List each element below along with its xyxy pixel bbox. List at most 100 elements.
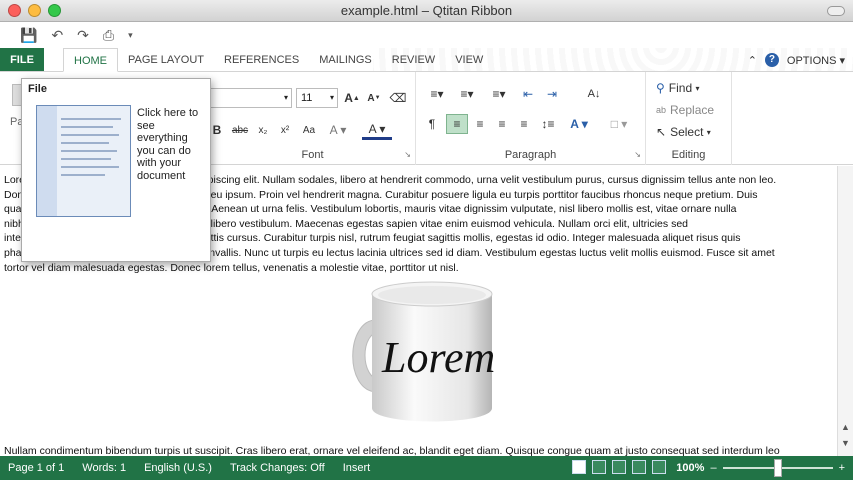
- sort-icon[interactable]: A↓: [584, 84, 604, 104]
- scroll-down-icon[interactable]: ▼: [841, 438, 850, 448]
- select-button[interactable]: ↖ Select ▾: [656, 122, 730, 142]
- language-indicator[interactable]: English (U.S.): [144, 462, 212, 474]
- shading-icon[interactable]: A ▾: [564, 114, 594, 134]
- find-icon: ⚲: [656, 81, 665, 95]
- multilevel-list-icon[interactable]: ≡▾: [486, 84, 512, 104]
- zoom-in-button[interactable]: +: [839, 462, 845, 474]
- borders-icon[interactable]: □ ▾: [604, 114, 634, 134]
- popup-description: Click here to see everything you can do …: [137, 107, 199, 182]
- tab-review[interactable]: REVIEW: [382, 48, 445, 71]
- line-spacing-icon[interactable]: ↕≡: [538, 114, 558, 134]
- word-count: Words: 1: [82, 462, 127, 474]
- align-left-icon[interactable]: ≡: [446, 114, 468, 134]
- increase-indent-icon[interactable]: ⇥: [542, 84, 562, 104]
- align-center-icon[interactable]: ≡: [470, 114, 490, 134]
- collapse-ribbon-icon[interactable]: ⌃: [748, 54, 757, 67]
- file-tooltip-popup: File Click here to see everything you ca…: [21, 78, 211, 262]
- document-line: tortor vel diam malesuada egestas. Donec…: [4, 261, 459, 274]
- status-bar: Page 1 of 1 Words: 1 English (U.S.) Trac…: [0, 456, 853, 480]
- toolbar-toggle-button[interactable]: [827, 6, 845, 16]
- font-size-box[interactable]: 11 ▾: [296, 88, 338, 108]
- page-count: Page 1 of 1: [8, 462, 65, 474]
- tab-view[interactable]: VIEW: [445, 48, 493, 71]
- vertical-scrollbar[interactable]: ▲ ▼: [837, 166, 853, 456]
- help-icon[interactable]: ?: [764, 53, 779, 67]
- tab-page-layout[interactable]: PAGE LAYOUT: [118, 48, 214, 71]
- close-window-button[interactable]: [8, 4, 21, 17]
- window-title: example.html – Qtitan Ribbon: [340, 3, 513, 18]
- change-case-icon[interactable]: Aa: [298, 120, 320, 140]
- superscript-icon[interactable]: x²: [276, 120, 294, 140]
- mug-text: Lorem: [381, 333, 495, 382]
- window-controls: [8, 4, 61, 17]
- subscript-icon[interactable]: x₂: [254, 120, 272, 140]
- print-icon[interactable]: ⎙: [103, 27, 114, 44]
- outline-icon[interactable]: [632, 460, 646, 474]
- editing-group: ⚲ Find ▾ ab Replace ↖ Select ▾ Editing: [646, 72, 732, 165]
- track-changes-indicator[interactable]: Track Changes: Off: [230, 462, 325, 474]
- zoom-control: 100% – +: [676, 456, 845, 480]
- shrink-font-icon[interactable]: A ▼: [364, 88, 384, 108]
- clear-format-icon[interactable]: ⌫: [388, 88, 408, 108]
- grow-font-icon[interactable]: A ▲: [342, 88, 362, 108]
- font-dialog-launcher[interactable]: ↘: [404, 150, 411, 159]
- decrease-indent-icon[interactable]: ⇤: [518, 84, 538, 104]
- replace-icon: ab: [656, 105, 667, 115]
- print-layout-icon[interactable]: [572, 460, 586, 474]
- save-icon[interactable]: 💾: [20, 27, 37, 44]
- minimize-window-button[interactable]: [28, 4, 41, 17]
- ribbon-tabs: FILE HOME PAGE LAYOUT REFERENCES MAILING…: [0, 48, 853, 72]
- paragraph-group: ≡▾ ≡▾ ≡▾ ⇤ ⇥ A↓ ¶ ≡ ≡ ≡ ≡ ↕≡ A ▾ □ ▾ Par…: [416, 72, 646, 165]
- view-buttons: [572, 460, 666, 474]
- redo-icon[interactable]: ↷: [77, 27, 89, 44]
- mug-image[interactable]: Lorem: [346, 280, 496, 428]
- bullets-icon[interactable]: ≡▾: [424, 84, 450, 104]
- title-bar: example.html – Qtitan Ribbon: [0, 0, 853, 22]
- tab-mailings[interactable]: MAILINGS: [309, 48, 382, 71]
- tab-file[interactable]: FILE: [0, 48, 44, 71]
- align-right-icon[interactable]: ≡: [492, 114, 512, 134]
- quick-access-toolbar: 💾 ↶ ↷ ⎙ ▾: [0, 22, 853, 48]
- undo-icon[interactable]: ↶: [51, 27, 63, 44]
- editing-group-label: Editing: [671, 149, 706, 161]
- backstage-preview-image: [36, 105, 131, 217]
- web-layout-icon[interactable]: [612, 460, 626, 474]
- app-window: example.html – Qtitan Ribbon 💾 ↶ ↷ ⎙ ▾ F…: [0, 0, 853, 480]
- font-name-box[interactable]: ▾: [210, 88, 292, 108]
- options-label: OPTIONS: [786, 54, 837, 67]
- justify-icon[interactable]: ≡: [514, 114, 534, 134]
- zoom-slider-thumb[interactable]: [773, 459, 782, 477]
- find-button[interactable]: ⚲ Find ▾: [656, 78, 730, 98]
- strikethrough-icon[interactable]: abc: [230, 120, 250, 140]
- scroll-up-icon[interactable]: ▲: [841, 422, 850, 432]
- tab-home[interactable]: HOME: [63, 48, 118, 72]
- zoom-level[interactable]: 100%: [676, 462, 704, 474]
- draft-icon[interactable]: [652, 460, 666, 474]
- ribbon-right-controls: ⌃ ? OPTIONS ▾: [748, 48, 845, 72]
- select-label: Select: [670, 125, 704, 139]
- find-label: Find: [668, 81, 693, 95]
- zoom-window-button[interactable]: [48, 4, 61, 17]
- popup-title: File: [28, 83, 47, 95]
- document-line: Nullam condimentum bibendum turpis ut su…: [4, 445, 780, 456]
- replace-label: Replace: [670, 103, 715, 117]
- bold-icon[interactable]: B: [210, 120, 224, 140]
- insert-mode-indicator[interactable]: Insert: [343, 462, 371, 474]
- numbering-icon[interactable]: ≡▾: [454, 84, 480, 104]
- font-group: ▾ 11 ▾ A ▲ A ▼ ⌫ B abc x₂ x² Aa A ▾ A ▾ Fon…: [210, 72, 416, 165]
- full-screen-icon[interactable]: [592, 460, 606, 474]
- customize-qat-icon[interactable]: ▾: [128, 30, 133, 41]
- text-effects-icon[interactable]: A ▾: [326, 120, 350, 140]
- show-formatting-icon[interactable]: ¶: [424, 114, 440, 134]
- font-group-label: Font: [301, 149, 324, 161]
- font-color-icon[interactable]: A ▾: [362, 120, 392, 140]
- replace-button[interactable]: ab Replace: [656, 100, 730, 120]
- font-size-value: 11: [301, 92, 313, 104]
- cursor-icon: ↖: [656, 125, 667, 139]
- options-menu[interactable]: OPTIONS ▾: [787, 54, 845, 67]
- zoom-out-button[interactable]: –: [710, 462, 716, 474]
- paragraph-group-label: Paragraph: [504, 149, 557, 161]
- tab-references[interactable]: REFERENCES: [214, 48, 309, 71]
- paragraph-dialog-launcher[interactable]: ↘: [634, 150, 641, 159]
- zoom-slider[interactable]: [722, 459, 833, 477]
